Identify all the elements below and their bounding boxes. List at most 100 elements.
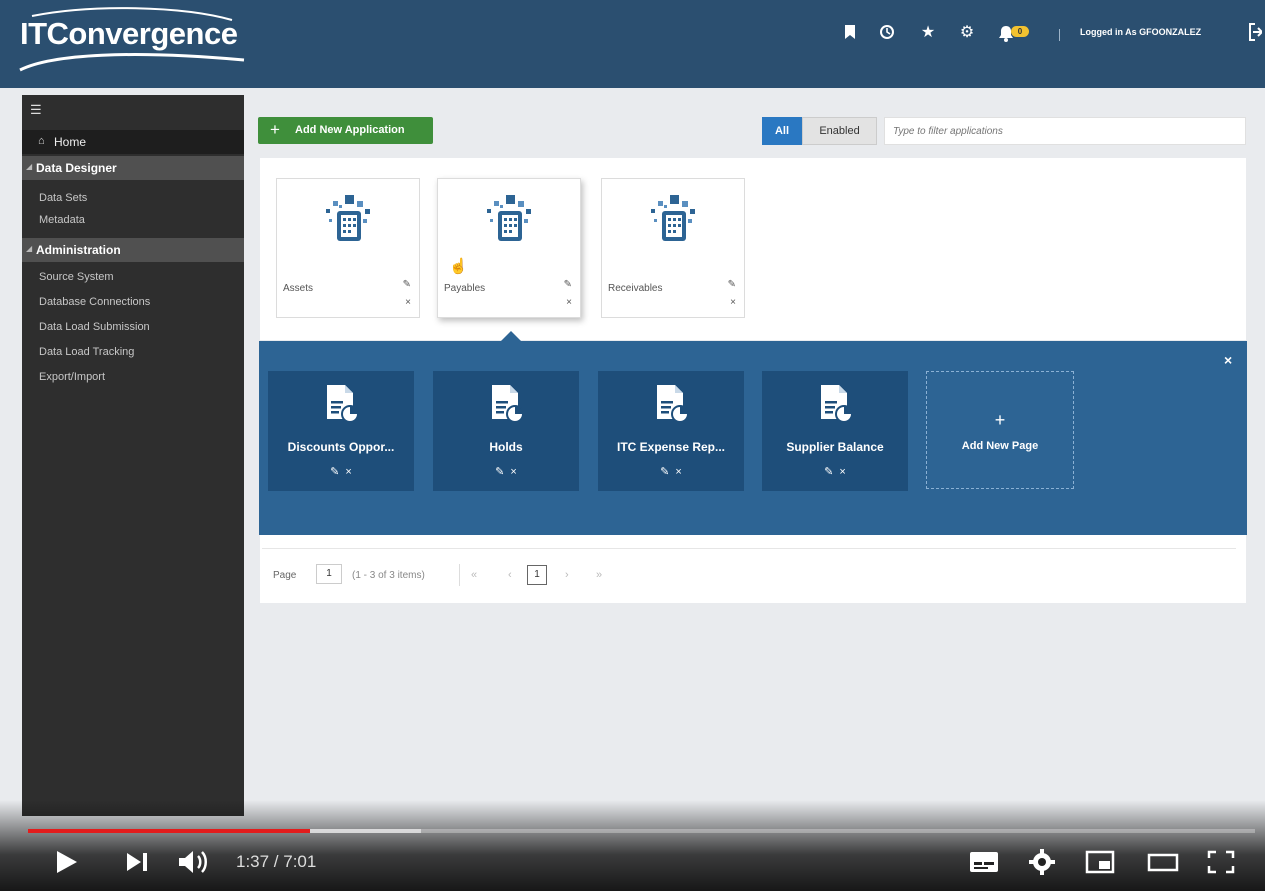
application-icon: [326, 195, 370, 241]
hand-cursor-icon: ☝: [449, 258, 468, 275]
report-page-icon: [327, 385, 359, 423]
sidebar: ☰ ⌂ Home ◢ Data Designer Data Sets Metad…: [22, 95, 244, 816]
page-tile[interactable]: Holds ✎ ×: [433, 371, 579, 491]
miniplayer-icon[interactable]: [1084, 848, 1116, 876]
prev-page-button[interactable]: ‹: [508, 569, 512, 581]
delete-icon[interactable]: ×: [730, 297, 736, 308]
next-icon[interactable]: [124, 851, 150, 873]
delete-icon[interactable]: ×: [345, 466, 351, 478]
edit-icon[interactable]: ✎: [824, 466, 833, 478]
app-name: Assets: [283, 283, 314, 294]
sidebar-section-administration[interactable]: ◢ Administration: [22, 238, 244, 262]
sidebar-section-data-designer[interactable]: ◢ Data Designer: [22, 156, 244, 180]
first-page-button[interactable]: «: [471, 569, 477, 581]
page-title: ITC Expense Rep...: [616, 440, 726, 454]
notification-badge: 0: [1011, 26, 1029, 37]
sidebar-item-metadata[interactable]: Metadata: [39, 214, 85, 226]
delete-icon[interactable]: ×: [405, 297, 411, 308]
pager-label: Page: [273, 570, 297, 581]
last-page-button[interactable]: »: [596, 569, 602, 581]
report-page-icon: [657, 385, 689, 423]
edit-icon[interactable]: ✎: [403, 279, 411, 290]
divider: [262, 548, 1236, 549]
caret-icon: ◢: [26, 244, 33, 253]
time-display: 1:37 / 7:01: [236, 852, 317, 871]
delete-icon[interactable]: ×: [566, 297, 572, 308]
sidebar-item-data-sets[interactable]: Data Sets: [39, 192, 87, 204]
app-name: Payables: [444, 283, 486, 294]
app-card-receivables[interactable]: Receivables ✎ ×: [601, 178, 745, 318]
app-window: ITConvergence ★ ⚙ 0 Logged in As GFOONZA…: [0, 0, 1265, 891]
edit-icon[interactable]: ✎: [564, 279, 572, 290]
page-tile[interactable]: Supplier Balance ✎ ×: [762, 371, 908, 491]
hamburger-icon[interactable]: ☰: [30, 102, 42, 118]
fullscreen-icon[interactable]: [1205, 848, 1237, 876]
edit-icon[interactable]: ✎: [495, 466, 504, 478]
settings-icon[interactable]: [1026, 848, 1058, 876]
sidebar-section-label: Administration: [36, 243, 121, 257]
company-logo[interactable]: ITConvergence: [20, 16, 238, 52]
close-icon[interactable]: ×: [1224, 352, 1232, 368]
caret-icon: ◢: [26, 162, 33, 171]
page-title: Holds: [489, 440, 523, 454]
sidebar-section-label: Data Designer: [36, 161, 117, 175]
sidebar-item-database-connections[interactable]: Database Connections: [39, 296, 150, 308]
edit-icon[interactable]: ✎: [660, 466, 669, 478]
sidebar-item-data-load-tracking[interactable]: Data Load Tracking: [39, 346, 134, 358]
plus-icon: +: [994, 410, 1006, 430]
filter-applications-input[interactable]: [884, 117, 1246, 145]
plus-icon: +: [270, 120, 280, 139]
logout-icon[interactable]: [1246, 22, 1264, 47]
page-actions: ✎ ×: [433, 465, 579, 478]
sidebar-item-data-load-submission[interactable]: Data Load Submission: [39, 321, 150, 333]
page-title: Supplier Balance: [786, 440, 884, 454]
pager-range: (1 - 3 of 3 items): [352, 570, 425, 581]
edit-icon[interactable]: ✎: [330, 466, 339, 478]
sidebar-item-home[interactable]: ⌂ Home: [22, 130, 244, 154]
top-header: ITConvergence ★ ⚙ 0 Logged in As GFOONZA…: [0, 0, 1265, 88]
add-application-button[interactable]: + Add New Application: [258, 117, 433, 144]
report-page-icon: [492, 385, 524, 423]
add-new-page-label: Add New Page: [961, 440, 1039, 452]
app-card-assets[interactable]: Assets ✎ ×: [276, 178, 420, 318]
delete-icon[interactable]: ×: [839, 466, 845, 478]
divider: [459, 564, 460, 586]
page-actions: ✎ ×: [762, 465, 908, 478]
player-controls-background: [0, 800, 1265, 891]
page-title: Discounts Oppor...: [287, 440, 395, 454]
history-icon[interactable]: [878, 24, 896, 42]
sidebar-item-export-import[interactable]: Export/Import: [39, 371, 105, 383]
delete-icon[interactable]: ×: [675, 466, 681, 478]
progress-played: [28, 829, 310, 833]
add-application-label: Add New Application: [295, 124, 405, 136]
home-icon: ⌂: [38, 135, 45, 147]
gear-icon[interactable]: ⚙: [958, 24, 976, 42]
pager-panel: [260, 535, 1246, 603]
report-page-icon: [821, 385, 853, 423]
add-new-page-button[interactable]: + Add New Page: [926, 371, 1074, 489]
page-tile[interactable]: Discounts Oppor... ✎ ×: [268, 371, 414, 491]
application-icon: [487, 195, 531, 241]
header-divider: [1059, 29, 1060, 41]
page-tile[interactable]: ITC Expense Rep... ✎ ×: [598, 371, 744, 491]
theater-icon[interactable]: [1147, 848, 1179, 876]
subtitles-icon[interactable]: [968, 848, 1000, 876]
star-icon[interactable]: ★: [919, 24, 937, 42]
next-page-button[interactable]: ›: [565, 569, 569, 581]
play-icon[interactable]: [54, 849, 80, 875]
filter-all-button[interactable]: All: [762, 117, 802, 145]
page-actions: ✎ ×: [598, 465, 744, 478]
sidebar-item-source-system[interactable]: Source System: [39, 271, 114, 283]
volume-icon[interactable]: [176, 848, 212, 876]
filter-enabled-button[interactable]: Enabled: [802, 117, 877, 145]
page-actions: ✎ ×: [268, 465, 414, 478]
delete-icon[interactable]: ×: [510, 466, 516, 478]
application-icon: [651, 195, 695, 241]
page-number-input[interactable]: 1: [316, 564, 342, 584]
app-name: Receivables: [608, 283, 663, 294]
app-card-payables[interactable]: Payables ✎ ×: [437, 178, 581, 318]
edit-icon[interactable]: ✎: [728, 279, 736, 290]
current-page-button[interactable]: 1: [527, 565, 547, 585]
sidebar-home-label: Home: [54, 135, 87, 149]
bookmark-icon[interactable]: [841, 24, 859, 42]
